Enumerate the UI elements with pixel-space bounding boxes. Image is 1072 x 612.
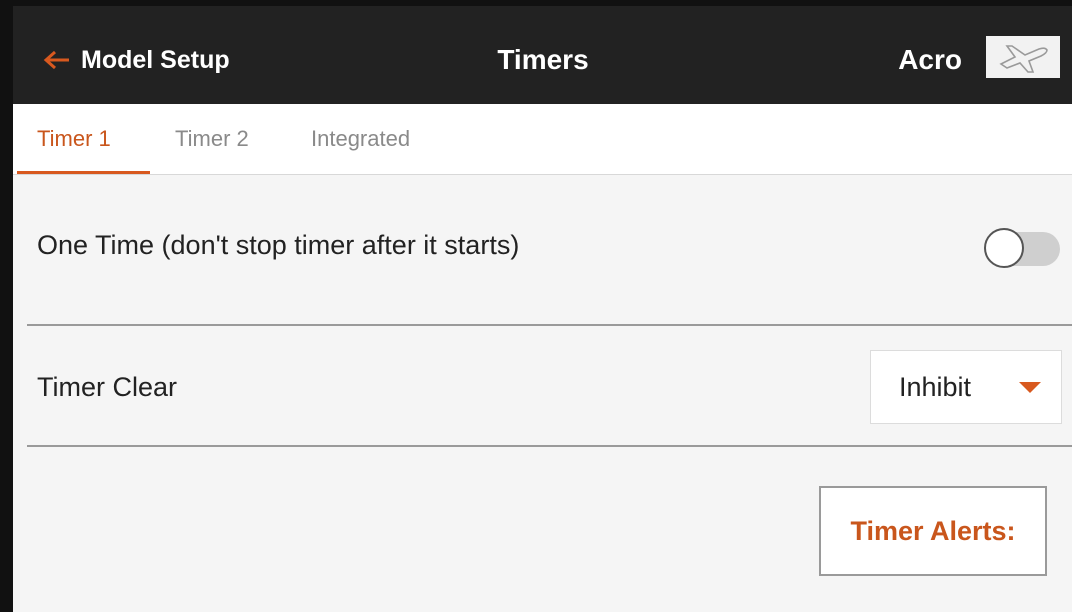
top-bar: Model Setup Timers Acro — [13, 6, 1072, 104]
one-time-label: One Time (don't stop timer after it star… — [37, 230, 520, 260]
tab-timer-1[interactable]: Timer 1 — [37, 104, 111, 174]
divider — [27, 445, 1072, 447]
model-name: Acro — [898, 44, 962, 75]
tab-integrated-label: Integrated — [311, 126, 411, 151]
caret-down-icon — [1019, 382, 1041, 393]
tab-integrated[interactable]: Integrated — [311, 104, 410, 174]
timers-screen: Model Setup Timers Acro Timer 1 Timer 2 … — [13, 6, 1072, 612]
tab-bar: Timer 1 Timer 2 Integrated — [13, 104, 1072, 175]
tab-timer-2-label: Timer 2 — [175, 126, 249, 151]
divider — [27, 324, 1072, 326]
timer-clear-select[interactable]: Inhibit — [870, 350, 1062, 424]
tab-timer-1-label: Timer 1 — [37, 126, 111, 151]
timer-alerts-button[interactable]: Timer Alerts: — [819, 486, 1047, 576]
active-tab-indicator — [17, 171, 150, 174]
back-button[interactable]: Model Setup — [43, 38, 230, 82]
back-button-label: Model Setup — [81, 45, 230, 74]
arrow-left-icon — [43, 50, 69, 70]
page-title: Timers — [497, 44, 589, 75]
toggle-knob — [984, 228, 1024, 268]
tab-timer-2[interactable]: Timer 2 — [175, 104, 249, 174]
one-time-toggle[interactable] — [982, 228, 1062, 268]
airplane-icon[interactable] — [986, 36, 1060, 78]
timer-clear-value: Inhibit — [899, 371, 972, 402]
timer-clear-label: Timer Clear — [37, 372, 178, 402]
